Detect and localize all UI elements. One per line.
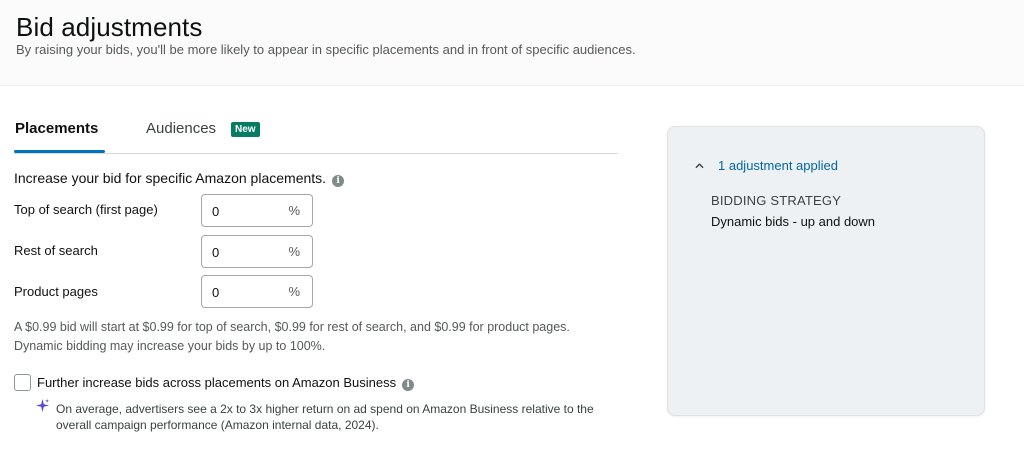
amazon-business-note: On average, advertisers see a 2x to 3x h… <box>56 401 656 433</box>
page-header: Bid adjustments By raising your bids, yo… <box>0 0 1024 86</box>
row-label-rest-of-search: Rest of search <box>14 243 98 258</box>
percent-unit: % <box>288 203 300 218</box>
top-of-search-input[interactable] <box>212 201 282 221</box>
rest-of-search-field[interactable]: % <box>201 235 313 268</box>
adjustment-summary-panel: 1 adjustment applied BIDDING STRATEGY Dy… <box>667 126 985 416</box>
amazon-business-note-line-2: overall campaign performance (Amazon int… <box>56 418 379 432</box>
product-pages-input[interactable] <box>212 282 282 302</box>
amazon-business-label-text: Further increase bids across placements … <box>37 375 397 390</box>
amazon-business-note-line-1: On average, advertisers see a 2x to 3x h… <box>56 402 594 416</box>
info-icon[interactable]: i <box>402 379 415 391</box>
placements-heading-text: Increase your bid for specific Amazon pl… <box>14 170 327 186</box>
bidding-strategy-value: Dynamic bids - up and down <box>711 214 876 229</box>
chevron-up-icon[interactable] <box>695 161 704 170</box>
bid-note: A $0.99 bid will start at $0.99 for top … <box>14 318 654 356</box>
tab-audiences[interactable]: Audiences <box>146 120 216 137</box>
product-pages-field[interactable]: % <box>201 275 313 308</box>
sparkle-icon <box>36 399 49 412</box>
info-icon[interactable]: i <box>332 175 345 187</box>
bid-note-line-2: Dynamic bidding may increase your bids b… <box>14 339 326 353</box>
amazon-business-checkbox-label[interactable]: Further increase bids across placements … <box>37 375 415 391</box>
row-label-top-of-search: Top of search (first page) <box>14 202 158 217</box>
rest-of-search-input[interactable] <box>212 242 282 262</box>
tab-bar: Placements Audiences New <box>14 112 618 154</box>
new-badge: New <box>231 122 260 137</box>
top-of-search-field[interactable]: % <box>201 194 313 227</box>
tab-placements[interactable]: Placements <box>15 120 98 137</box>
percent-unit: % <box>288 284 300 299</box>
page-subtitle: By raising your bids, you'll be more lik… <box>16 42 636 57</box>
page-title: Bid adjustments <box>16 12 203 42</box>
placements-heading: Increase your bid for specific Amazon pl… <box>14 170 345 187</box>
bidding-strategy-heading: BIDDING STRATEGY <box>711 193 842 208</box>
active-tab-indicator <box>14 150 105 153</box>
adjustments-applied-toggle[interactable]: 1 adjustment applied <box>718 158 838 173</box>
bid-note-line-1: A $0.99 bid will start at $0.99 for top … <box>14 320 570 334</box>
percent-unit: % <box>288 244 300 259</box>
row-label-product-pages: Product pages <box>14 284 98 299</box>
amazon-business-checkbox[interactable] <box>14 374 31 391</box>
